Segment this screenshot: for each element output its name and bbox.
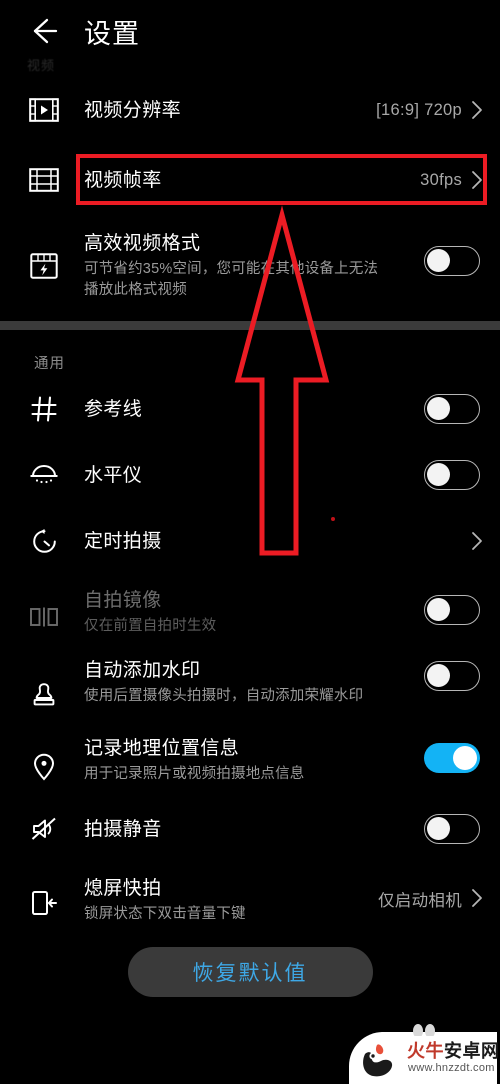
row-title: 水平仪 [84,464,143,486]
selfie-mirror-icon [22,595,66,639]
row-body: 记录地理位置信息 用于记录照片或视频拍摄地点信息 [66,733,424,785]
toggle-level-meter[interactable] [424,460,480,490]
app-header: 设置 [0,0,500,62]
row-body: 视频帧率 [66,167,420,194]
section-separator [0,321,500,330]
toggle-geo-location[interactable] [424,743,480,773]
watermark-title: 火牛安卓网 [407,1037,500,1063]
row-video-framerate[interactable]: 视频帧率 30fps [0,154,500,206]
grid-lines-icon [22,387,66,431]
back-arrow-icon[interactable] [26,14,60,48]
level-meter-icon [22,453,66,497]
chevron-right-icon [472,171,482,189]
row-quick-snapshot[interactable]: 熄屏快拍 锁屏状态下双击音量下键 仅启动相机 [0,869,500,925]
efficient-video-format-icon [22,244,66,288]
toggle-knob [427,598,450,621]
row-subtitle: 用于记录照片或视频拍摄地点信息 [84,766,305,782]
row-title: 熄屏快拍 [84,878,162,899]
toggle-knob [453,746,477,770]
video-resolution-icon [22,88,66,132]
watermark-name-black: 安卓网 [444,1041,500,1061]
location-pin-icon [22,745,66,789]
row-body: 自拍镜像 仅在前置自拍时生效 [66,585,424,637]
row-value: 30fps [420,170,462,189]
row-shutter-mute[interactable]: 拍摄静音 [0,803,500,855]
row-body: 水平仪 [66,462,424,489]
toggle-knob [427,463,450,486]
video-framerate-icon [22,158,66,202]
quick-snapshot-icon [22,881,66,925]
watermark-stamp-icon [22,673,66,717]
annotation-dot [331,517,335,521]
row-value: 仅启动相机 [378,892,462,910]
chevron-right-icon [472,101,482,119]
row-level-meter[interactable]: 水平仪 [0,449,500,501]
toggle-selfie-mirror[interactable] [424,595,480,625]
row-title: 视频分辨率 [84,99,182,121]
toggle-auto-watermark[interactable] [424,661,480,691]
row-title: 记录地理位置信息 [84,738,240,759]
toggle-knob [427,817,450,840]
row-efficient-video-format[interactable]: 高效视频格式 可节省约35%空间，您可能在其他设备上无法播放此格式视频 [0,220,500,309]
row-title: 视频帧率 [84,169,162,191]
chevron-right-icon [472,889,482,907]
row-subtitle: 使用后置摄像头拍摄时，自动添加荣耀水印 [84,688,364,704]
row-body: 拍摄静音 [66,816,424,843]
site-watermark: 火牛安卓网 www.hnzzdt.com [345,1022,500,1084]
row-title: 自拍镜像 [84,590,162,611]
footer: 恢复默认值 [0,925,500,997]
toggle-grid-lines[interactable] [424,394,480,424]
row-video-resolution[interactable]: 视频分辨率 [16:9] 720p [0,84,500,136]
row-title: 自动添加水印 [84,660,201,681]
camera-settings-screen: 设置 视频 视频分辨率 [16:9] 720p 视频帧率 30fps 高效视频格… [0,0,500,1084]
row-body: 自动添加水印 使用后置摄像头拍摄时，自动添加荣耀水印 [66,655,424,707]
row-body: 熄屏快拍 锁屏状态下双击音量下键 [66,873,378,925]
watermark-url: www.hnzzdt.com [408,1062,495,1074]
video-settings-group: 视频分辨率 [16:9] 720p 视频帧率 30fps 高效视频格式 可节省约… [0,84,500,309]
row-body: 定时拍摄 [66,528,468,555]
watermark-name-red: 火牛 [407,1041,444,1061]
row-subtitle: 可节省约35%空间，您可能在其他设备上无法播放此格式视频 [84,261,379,298]
timer-icon [22,519,66,563]
row-title: 定时拍摄 [84,530,162,552]
row-title: 拍摄静音 [84,818,162,840]
section-label-general: 通用 [34,356,65,372]
toggle-efficient-video-format[interactable] [424,246,480,276]
mute-speaker-icon [22,807,66,851]
chevron-right-icon [472,532,482,550]
row-geo-location[interactable]: 记录地理位置信息 用于记录照片或视频拍摄地点信息 [0,729,500,789]
row-subtitle: 仅在前置自拍时生效 [84,618,217,634]
page-title: 设置 [84,18,140,49]
row-title: 高效视频格式 [84,233,201,254]
row-title: 参考线 [84,398,143,420]
toggle-shutter-mute[interactable] [424,814,480,844]
panda-ears-icon [413,1024,435,1036]
row-body: 视频分辨率 [66,97,376,124]
toggle-knob [427,664,450,687]
row-timer-capture[interactable]: 定时拍摄 [0,515,500,567]
toggle-knob [427,249,450,272]
toggle-knob [427,397,450,420]
general-settings-group: 通用 参考线 水平仪 定时拍摄 自拍镜像 仅在前置自拍时生效 自动添加水印 使用… [0,330,500,925]
row-value: [16:9] 720p [376,100,462,119]
row-subtitle: 锁屏状态下双击音量下键 [84,906,246,922]
row-selfie-mirror[interactable]: 自拍镜像 仅在前置自拍时生效 [0,581,500,639]
row-body: 参考线 [66,396,424,423]
row-grid-lines[interactable]: 参考线 [0,383,500,435]
restore-defaults-button[interactable]: 恢复默认值 [127,947,373,997]
row-body: 高效视频格式 可节省约35%空间，您可能在其他设备上无法播放此格式视频 [66,226,424,301]
row-auto-watermark[interactable]: 自动添加水印 使用后置摄像头拍摄时，自动添加荣耀水印 [0,651,500,717]
panda-logo-icon [363,1044,393,1077]
faded-section-label: 视频 [27,58,56,73]
